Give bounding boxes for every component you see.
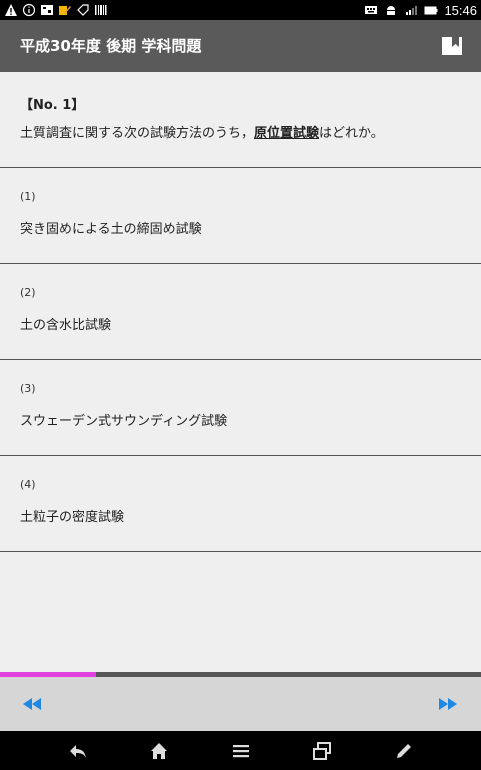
answer-option-4[interactable]: (4) 土粒子の密度試験 bbox=[0, 456, 481, 552]
question-number: 【No. 1】 bbox=[20, 98, 85, 113]
option-number: (3) bbox=[20, 382, 36, 395]
next-question-icon[interactable] bbox=[438, 697, 458, 711]
edit-notification-icon bbox=[59, 6, 71, 15]
question-nav-bar bbox=[0, 677, 481, 731]
answer-option-3[interactable]: (3) スウェーデン式サウンディング試験 bbox=[0, 360, 481, 456]
status-bar-notifications bbox=[4, 1, 108, 19]
option-number: (1) bbox=[20, 190, 36, 203]
option-text: 土粒子の密度試験 bbox=[20, 510, 125, 525]
question-emphasis: 原位置試験 bbox=[254, 126, 320, 141]
keyboard-icon bbox=[365, 6, 378, 14]
question-text: 土質調査に関する次の試験方法のうち，原位置試験はどれか。 bbox=[20, 122, 384, 141]
option-text: 突き固めによる土の締固め試験 bbox=[20, 222, 202, 237]
android-icon bbox=[387, 6, 396, 15]
previous-question-icon[interactable] bbox=[22, 697, 42, 711]
option-number: (2) bbox=[20, 286, 36, 299]
recent-apps-icon[interactable] bbox=[311, 740, 333, 762]
status-bar: 15:46 bbox=[0, 0, 481, 20]
system-nav-bar bbox=[0, 731, 481, 770]
home-icon[interactable] bbox=[148, 740, 170, 762]
status-bar-system: 15:46 bbox=[364, 1, 477, 19]
tag-icon bbox=[77, 4, 89, 16]
bookmark-icon[interactable] bbox=[441, 36, 463, 56]
back-icon[interactable] bbox=[67, 740, 89, 762]
answer-option-1[interactable]: (1) 突き固めによる土の締固め試験 bbox=[0, 168, 481, 264]
app-notification-icon bbox=[41, 5, 53, 15]
info-icon bbox=[22, 3, 36, 17]
option-text: スウェーデン式サウンディング試験 bbox=[20, 414, 228, 429]
barcode-icon bbox=[95, 5, 107, 15]
option-text: 土の含水比試験 bbox=[20, 318, 112, 333]
menu-icon[interactable] bbox=[230, 740, 252, 762]
option-number: (4) bbox=[20, 478, 36, 491]
app-bar: 平成30年度 後期 学科問題 bbox=[0, 20, 481, 72]
question-text-after: はどれか。 bbox=[319, 126, 384, 141]
page-title: 平成30年度 後期 学科問題 bbox=[20, 37, 202, 55]
signal-icon bbox=[406, 6, 418, 15]
warning-icon bbox=[5, 4, 17, 16]
question-block: 【No. 1】 土質調査に関する次の試験方法のうち，原位置試験はどれか。 bbox=[0, 72, 481, 168]
battery-icon bbox=[424, 6, 438, 15]
answer-option-2[interactable]: (2) 土の含水比試験 bbox=[0, 264, 481, 360]
question-content: 【No. 1】 土質調査に関する次の試験方法のうち，原位置試験はどれか。 (1)… bbox=[0, 72, 481, 552]
pen-icon[interactable] bbox=[393, 740, 415, 762]
status-time: 15:46 bbox=[444, 2, 477, 18]
question-text-before: 土質調査に関する次の試験方法のうち， bbox=[20, 126, 255, 141]
